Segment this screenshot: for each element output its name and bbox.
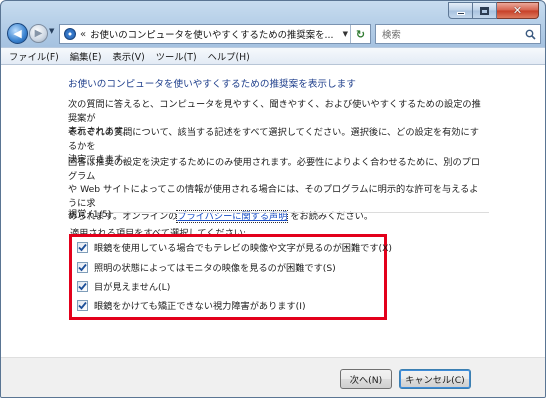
menu-edit[interactable]: 編集(E) [70,49,102,63]
refresh-icon: ↻ [355,27,366,41]
navigation-bar: ◀ ▶ ▼ « お使いのコンピュータを使いやすくするための推奨案を... ▼ ↻… [5,23,541,45]
control-panel-icon [64,28,76,40]
option-label[interactable]: 眼鏡を使用している場合でもテレビの映像や文字が見るのが困難です(X) [94,240,392,254]
search-input[interactable]: 検索 [382,27,520,41]
minimize-button[interactable] [448,2,473,19]
recent-pages-dropdown[interactable]: ▼ [49,27,54,35]
checkbox[interactable] [77,299,88,311]
search-box[interactable]: 検索 [375,24,541,44]
content-pane: お使いのコンピュータを使いやすくするための推奨案を表示します 次の質問に答えると… [1,65,545,357]
option-row[interactable]: 眼鏡を使用している場合でもテレビの映像や文字が見るのが困難です(X) [77,240,392,254]
minimize-icon [456,12,465,15]
privacy-paragraph: 回答は推奨の設定を決定するためにのみ使用されます。必要性によりよく合わせるために… [68,156,486,224]
checkmark-icon [78,301,87,309]
option-row[interactable]: 目が見えません(L) [77,279,170,293]
close-button[interactable]: ✕ [497,2,539,19]
search-icon[interactable] [520,29,540,40]
intro-line-1: 次の質問に答えると、コンピュータを見やすく、聞きやすく、および使いやすくするため… [68,99,481,124]
maximize-icon [480,6,489,15]
option-label[interactable]: 眼鏡をかけても矯正できない視力障害があります(I) [94,298,306,312]
menu-bar: ファイル(F) 編集(E) 表示(V) ツール(T) ヘルプ(H) [1,47,545,65]
checkbox[interactable] [77,241,88,253]
checkmark-icon [78,263,87,271]
page-title: お使いのコンピュータを使いやすくするための推奨案を表示します [68,79,356,90]
window-controls: ✕ [448,2,539,19]
forward-arrow-icon: ▶ [34,28,43,39]
forward-button[interactable]: ▶ [29,24,48,43]
address-path[interactable]: お使いのコンピュータを使いやすくするための推奨案を... [90,27,338,41]
control-panel-window: ✕ ◀ ▶ ▼ « お使いのコンピュータを使いやすくするための推奨案を... ▼… [0,0,546,398]
privacy-line-2: や Web サイトによってこの情報が使用される場合には、そのプログラムに明示的な… [68,184,479,209]
menu-tools[interactable]: ツール(T) [156,49,197,63]
footer-bar: 次へ(N) キャンセル(C) [1,357,545,397]
instructions-line-1: それぞれの質問について、該当する記述をすべて選択してください。選択後に、どの設定… [68,127,479,152]
next-button[interactable]: 次へ(N) [340,369,392,389]
option-label[interactable]: 目が見えません(L) [94,279,170,293]
section-title: 視覚 (1/5) [68,209,112,220]
privacy-line-1: 回答は推奨の設定を決定するためにのみ使用されます。必要性によりよく合わせるために… [68,157,481,182]
menu-help[interactable]: ヘルプ(H) [208,49,250,63]
address-bar[interactable]: « お使いのコンピュータを使いやすくするための推奨案を... ▼ ↻ [59,24,371,44]
menu-view[interactable]: 表示(V) [113,49,145,63]
option-label[interactable]: 照明の状態によってはモニタの映像を見るのが困難です(S) [94,260,336,274]
cancel-button[interactable]: キャンセル(C) [399,369,471,389]
close-icon: ✕ [512,4,523,17]
option-row[interactable]: 照明の状態によってはモニタの映像を見るのが困難です(S) [77,260,336,274]
maximize-button[interactable] [473,2,497,19]
back-button[interactable]: ◀ [7,23,28,44]
checkbox[interactable] [77,261,88,273]
checkmark-icon [78,243,87,251]
back-arrow-icon: ◀ [13,27,22,40]
address-dropdown-icon[interactable]: ▼ [343,30,348,38]
section-divider [111,212,489,213]
menu-file[interactable]: ファイル(F) [9,49,59,63]
address-overflow-chevron[interactable]: « [80,29,86,40]
refresh-button[interactable]: ↻ [350,25,370,43]
checkbox[interactable] [77,280,88,292]
checkmark-icon [78,282,87,290]
option-row[interactable]: 眼鏡をかけても矯正できない視力障害があります(I) [77,298,306,312]
